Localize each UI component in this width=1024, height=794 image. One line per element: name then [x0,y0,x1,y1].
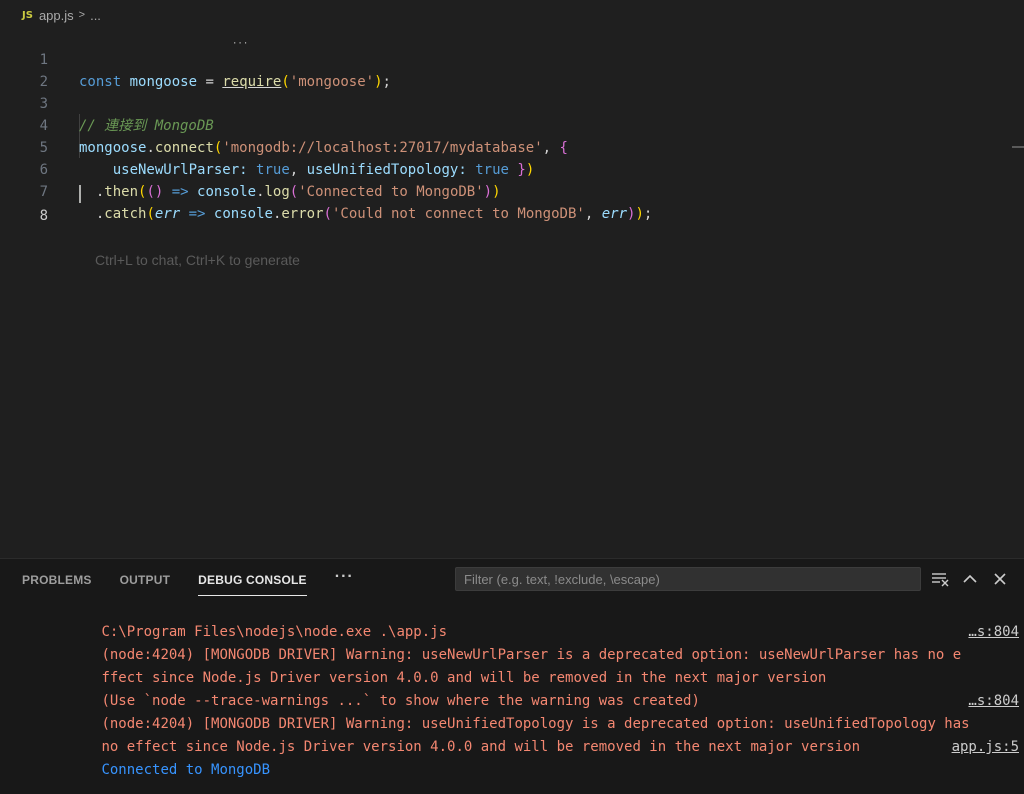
code-line[interactable]: 2 [0,49,1010,90]
console-line: (Use `node --trace-warnings ...` to show… [101,693,700,709]
tab-output[interactable]: OUTPUT [120,567,171,593]
panel-tabs: PROBLEMS OUTPUT DEBUG CONSOLE ··· [22,567,354,596]
vscode-window: JS app.js > ... 1 const mongoose = requi… [0,0,1024,794]
code-line[interactable]: 7 .catch(err => console.error('Could not… [0,159,1010,222]
code-line[interactable]: 6 .then(() => console.log('Connected to … [0,137,1010,200]
source-link[interactable]: app.js:5 [947,736,1019,759]
source-link[interactable]: …s:804 [964,621,1019,644]
console-line: ffect since Node.js Driver version 4.0.0… [101,670,827,686]
console-filter-input[interactable] [455,567,921,591]
code-line[interactable]: 3 // 連接到 MongoDB [0,71,1010,134]
chevron-right-icon: > [78,9,86,21]
breadcrumb-file[interactable]: app.js [39,8,74,23]
code-line[interactable]: 5 useNewUrlParser: true, useUnifiedTopol… [0,115,1010,178]
code-editor[interactable]: 1 const mongoose = require('mongoose'); … [0,26,1024,558]
console-line: Connected to MongoDB app.js:5 [34,736,1019,778]
more-actions-icon[interactable]: ··· [335,568,354,586]
scrollbar-marker[interactable] [1012,146,1024,148]
tab-problems[interactable]: PROBLEMS [22,567,92,593]
source-link[interactable]: …s:804 [964,690,1019,713]
breadcrumb-symbols[interactable]: ... [90,8,101,23]
code-line[interactable]: 4 mongoose.connect('mongodb://localhost:… [0,93,1010,156]
ai-ghost-hint: Ctrl+L to chat, Ctrl+K to generate [95,252,300,268]
console-line: (node:4204) [MONGODB DRIVER] Warning: us… [34,690,1019,732]
clear-console-icon[interactable] [930,569,950,589]
debug-console-output[interactable]: C:\Program Files\nodejs\node.exe .\app.j… [34,598,1019,778]
javascript-file-icon: JS [22,9,33,21]
tab-debug-console[interactable]: DEBUG CONSOLE [198,567,307,596]
close-icon[interactable] [990,569,1010,589]
code-line-active[interactable]: 8 Ctrl+L to chat, Ctrl+K to generate [0,183,1010,268]
console-line: C:\Program Files\nodejs\node.exe .\app.j… [101,624,448,640]
bottom-panel: PROBLEMS OUTPUT DEBUG CONSOLE ··· Filter… [0,558,1024,794]
line-number: 8 [39,208,48,224]
console-line: (node:4204) [MONGODB DRIVER] Warning: us… [34,621,1019,663]
console-line: no effect since Node.js Driver version 4… [101,739,861,755]
code-text: .catch(err => console.error('Could not c… [95,206,653,222]
text-cursor [79,185,81,203]
quick-fix-dots-icon[interactable]: ··· [232,39,248,49]
code-line[interactable]: 1 const mongoose = require('mongoose'); [0,27,1010,90]
chevron-up-icon[interactable] [960,569,980,589]
